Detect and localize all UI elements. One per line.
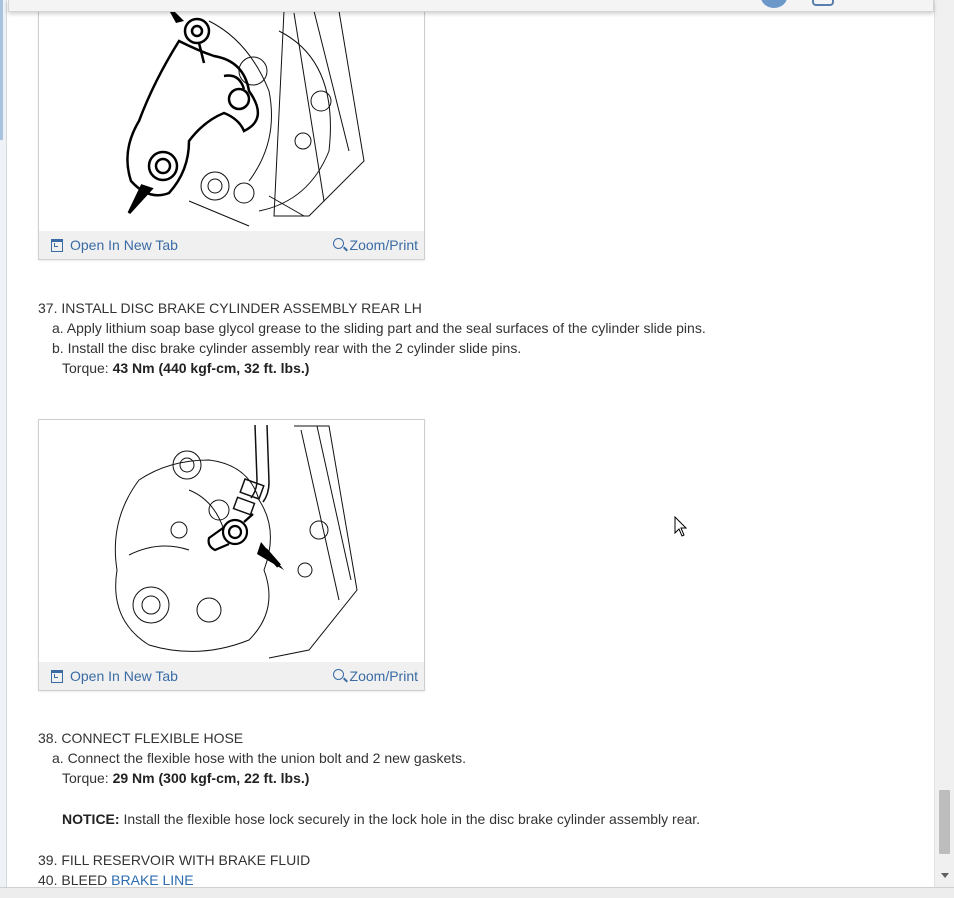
open-in-new-tab-link[interactable]: Open In New Tab [51,668,178,684]
torque-label: Torque: [62,770,109,786]
scrollbar-thumb[interactable] [939,790,950,854]
step-40-title: 40. BLEED BRAKE LINE [38,872,194,888]
step-38-sub-a: a. Connect the flexible hose with the un… [52,750,467,766]
zoom-print-label: Zoom/Print [349,668,418,684]
zoom-print-link[interactable]: Zoom/Print [332,668,418,684]
figure-footer: Open In New Tab Zoom/Print [39,231,424,259]
step-40-prefix: 40. BLEED [38,872,108,888]
vertical-scrollbar[interactable] [934,0,954,897]
scroll-down-arrow-icon[interactable] [941,873,949,878]
magnifier-icon [332,237,344,249]
notice-text: Install the flexible hose lock securely … [123,811,701,827]
step-37-title: 37. INSTALL DISC BRAKE CYLINDER ASSEMBLY… [38,300,422,316]
step-38-notice: NOTICE: Install the flexible hose lock s… [62,811,700,827]
brake-line-link[interactable]: BRAKE LINE [111,872,193,888]
magnifier-icon [332,668,344,680]
torque-label: Torque: [62,360,109,376]
step-37-torque: Torque: 43 Nm (440 kgf-cm, 32 ft. lbs.) [62,360,309,376]
user-avatar-icon[interactable] [761,0,787,8]
mouse-cursor-icon [674,516,688,537]
step-39-title: 39. FILL RESERVOIR WITH BRAKE FLUID [38,852,311,868]
open-new-tab-icon [51,238,63,252]
step-38-torque: Torque: 29 Nm (300 kgf-cm, 22 ft. lbs.) [62,770,309,786]
torque-value: 43 Nm (440 kgf-cm, 32 ft. lbs.) [112,360,310,376]
caliper-bolts-illustration [126,1,365,227]
step-37-sub-a: a. Apply lithium soap base glycol grease… [52,320,706,336]
flexible-hose-illustration [114,424,358,659]
torque-value: 29 Nm (300 kgf-cm, 22 ft. lbs.) [112,770,310,786]
open-in-new-tab-label: Open In New Tab [70,237,178,253]
notice-label: NOTICE: [62,811,120,827]
window-bottom-edge [0,887,954,898]
step-37-sub-b: b. Install the disc brake cylinder assem… [52,340,522,356]
document-icon[interactable] [812,0,834,6]
open-new-tab-icon [51,669,63,683]
zoom-print-label: Zoom/Print [349,237,418,253]
figure-flexible-hose: Open In New Tab Zoom/Print [38,419,425,691]
step-38-title: 38. CONNECT FLEXIBLE HOSE [38,730,244,746]
top-toolbar [8,0,934,12]
figure-caliper-bolts: Open In New Tab Zoom/Print [38,0,425,260]
open-in-new-tab-link[interactable]: Open In New Tab [51,237,178,253]
main-content: Open In New Tab Zoom/Print 37. INSTALL D… [0,0,934,897]
zoom-print-link[interactable]: Zoom/Print [332,237,418,253]
open-in-new-tab-label: Open In New Tab [70,668,178,684]
figure-footer: Open In New Tab Zoom/Print [39,662,424,690]
